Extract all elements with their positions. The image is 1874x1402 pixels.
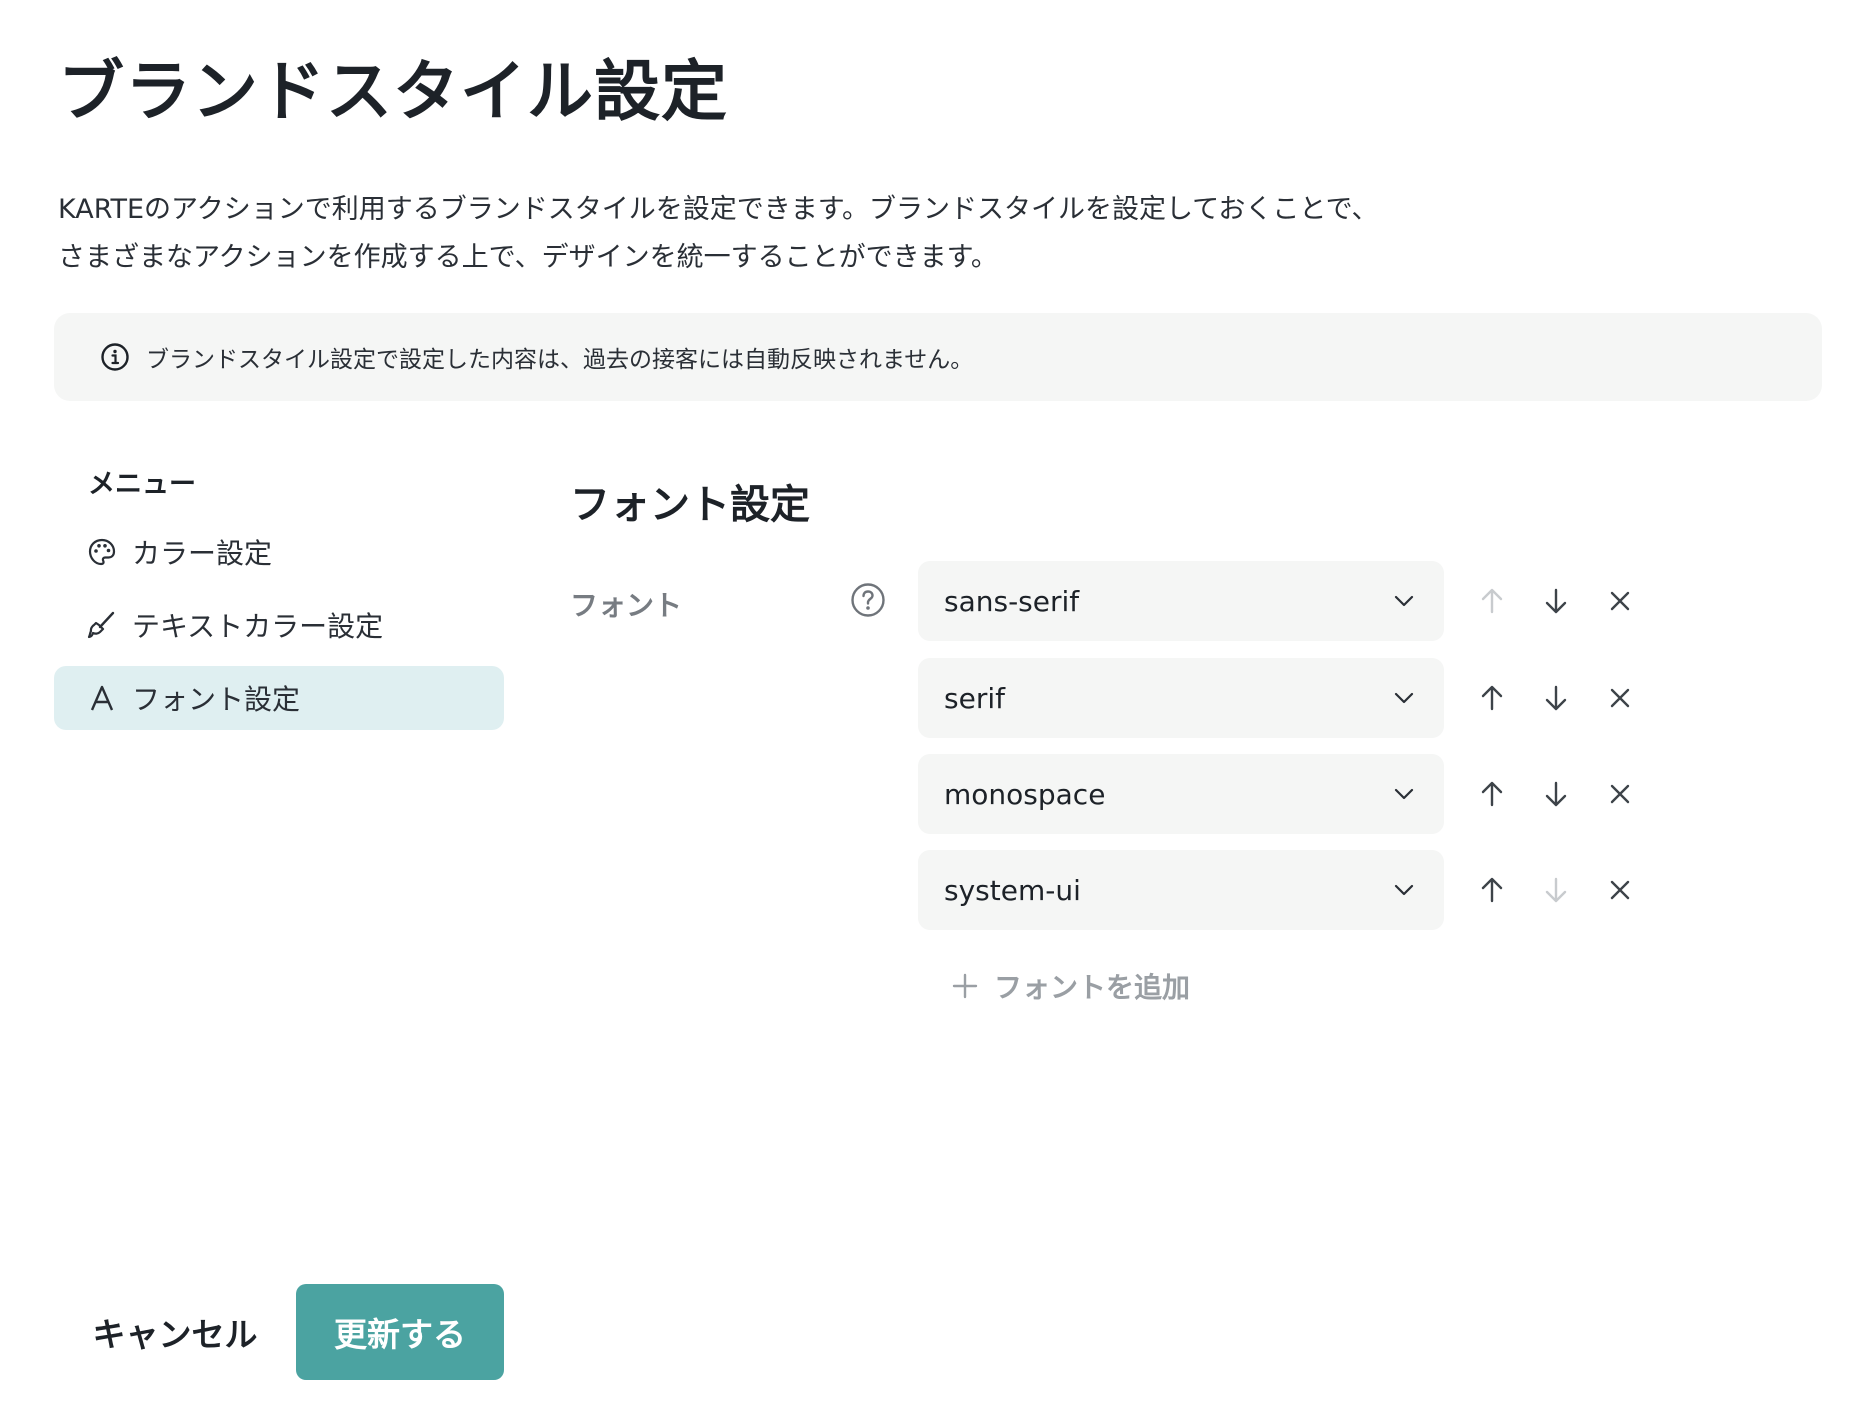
font-select[interactable]: monospace xyxy=(918,754,1444,834)
description-line-1: KARTEのアクションで利用するブランドスタイルを設定できます。ブランドスタイル… xyxy=(58,194,1379,225)
page-title: ブランドスタイル設定 xyxy=(58,53,728,130)
menu-heading: メニュー xyxy=(88,469,196,500)
section-title: フォント設定 xyxy=(570,482,810,528)
font-field-label: フォント xyxy=(570,589,683,622)
plus-icon xyxy=(950,971,980,1001)
font-select[interactable]: system-ui xyxy=(918,850,1444,930)
info-icon xyxy=(100,342,130,372)
palette-icon xyxy=(86,536,118,568)
move-down-icon[interactable] xyxy=(1538,680,1574,716)
menu-item-font-settings[interactable]: フォント設定 xyxy=(54,666,504,730)
menu-item-label: カラー設定 xyxy=(132,537,273,570)
remove-icon[interactable] xyxy=(1602,583,1638,619)
menu-item-color-settings[interactable]: カラー設定 xyxy=(54,520,504,584)
font-row: sans-serif xyxy=(918,561,1638,641)
remove-icon[interactable] xyxy=(1602,680,1638,716)
menu-item-label: フォント設定 xyxy=(132,683,301,716)
notice-banner: ブランドスタイル設定で設定した内容は、過去の接客には自動反映されません。 xyxy=(54,313,1822,401)
font-select[interactable]: sans-serif xyxy=(918,561,1444,641)
font-select[interactable]: serif xyxy=(918,658,1444,738)
cancel-button[interactable]: キャンセル xyxy=(80,1284,270,1380)
menu-item-text-color-settings[interactable]: テキストカラー設定 xyxy=(54,593,504,657)
font-select-value: serif xyxy=(944,681,1005,715)
remove-icon[interactable] xyxy=(1602,872,1638,908)
move-up-icon[interactable] xyxy=(1474,776,1510,812)
font-row: monospace xyxy=(918,754,1638,834)
font-a-icon xyxy=(86,682,118,714)
description-line-2: さまざまなアクションを作成する上で、デザインを統一することができます。 xyxy=(58,242,998,273)
question-circle-icon[interactable] xyxy=(850,582,886,618)
move-down-icon[interactable] xyxy=(1538,872,1574,908)
font-select-value: system-ui xyxy=(944,873,1081,907)
brush-icon xyxy=(86,609,118,641)
move-down-icon[interactable] xyxy=(1538,583,1574,619)
brand-style-settings-page: ブランドスタイル設定 KARTEのアクションで利用するブランドスタイルを設定でき… xyxy=(0,0,1874,1402)
chevron-down-icon xyxy=(1390,876,1418,904)
move-down-icon[interactable] xyxy=(1538,776,1574,812)
page-description: KARTEのアクションで利用するブランドスタイルを設定できます。ブランドスタイル… xyxy=(58,186,1558,282)
remove-icon[interactable] xyxy=(1602,776,1638,812)
move-up-icon[interactable] xyxy=(1474,680,1510,716)
chevron-down-icon xyxy=(1390,587,1418,615)
add-font-label: フォントを追加 xyxy=(994,971,1191,1004)
font-row: system-ui xyxy=(918,850,1638,930)
font-select-value: sans-serif xyxy=(944,584,1080,618)
move-up-icon[interactable] xyxy=(1474,583,1510,619)
notice-text: ブランドスタイル設定で設定した内容は、過去の接客には自動反映されません。 xyxy=(146,347,974,373)
chevron-down-icon xyxy=(1390,684,1418,712)
add-font-button[interactable]: フォントを追加 xyxy=(950,966,1190,1006)
chevron-down-icon xyxy=(1390,780,1418,808)
font-select-value: monospace xyxy=(944,777,1106,811)
update-button[interactable]: 更新する xyxy=(296,1284,504,1380)
move-up-icon[interactable] xyxy=(1474,872,1510,908)
font-row: serif xyxy=(918,658,1638,738)
menu-item-label: テキストカラー設定 xyxy=(132,610,384,643)
